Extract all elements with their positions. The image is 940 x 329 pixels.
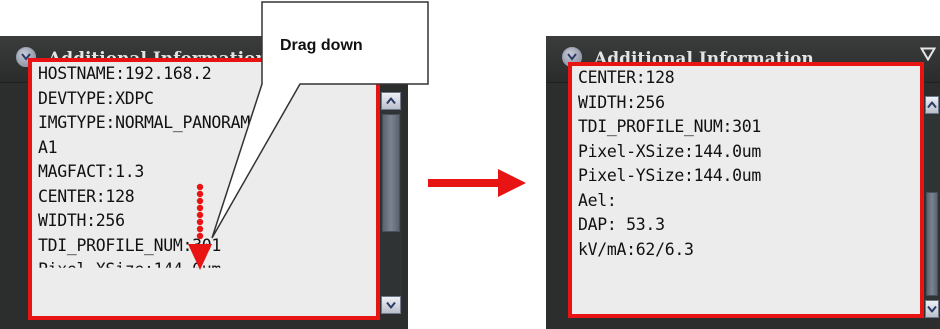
info-line: Pixel-XSize:144.0um [578, 141, 762, 161]
info-line: kV/mA:62/6.3 [578, 239, 694, 259]
info-line: DAP: 53.3 [578, 215, 665, 234]
callout-text: Drag down [280, 37, 363, 54]
info-line: TDI_PROFILE_NUM:301 [578, 117, 762, 136]
info-line: CENTER:128 [578, 68, 675, 87]
scrollbar-after[interactable] [924, 96, 940, 318]
info-line: Pixel-YSize:144.0um [578, 166, 762, 185]
scroll-thumb[interactable] [926, 192, 938, 296]
arrow-down-icon[interactable] [925, 300, 939, 318]
drag-down-dotted-arrow [188, 183, 212, 270]
triangle-down-icon[interactable] [920, 47, 936, 61]
info-line: Ael: [578, 190, 617, 210]
arrow-up-icon[interactable] [925, 96, 939, 114]
arrow-right-icon [428, 169, 526, 197]
info-line: WIDTH:256 [578, 92, 665, 112]
info-text-area-after[interactable]: CENTER:128 WIDTH:256 TDI_PROFILE_NUM:301… [568, 62, 924, 318]
